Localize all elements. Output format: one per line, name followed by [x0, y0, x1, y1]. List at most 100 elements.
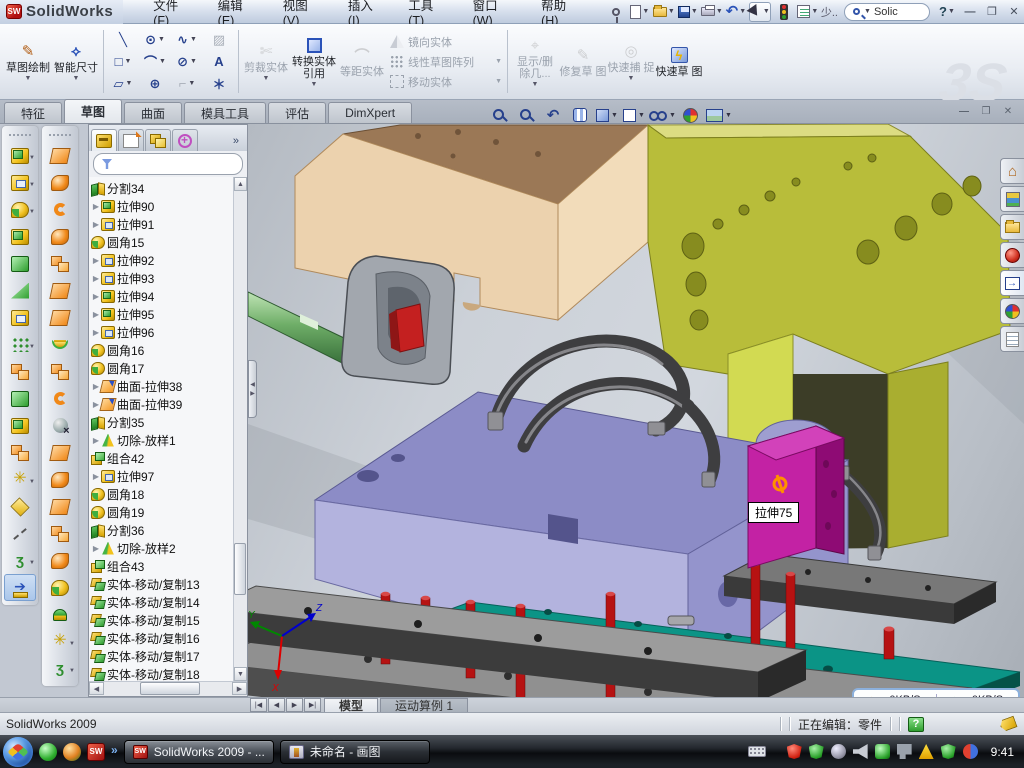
file-explorer-tab[interactable]: [1000, 214, 1024, 240]
circle-tool[interactable]: ⊙ ▼: [139, 29, 171, 51]
quick-snaps-button[interactable]: ◎ 快速捕 捉 ▼: [607, 24, 655, 99]
freeform-icon[interactable]: [44, 331, 76, 358]
tray-warning-icon[interactable]: [919, 744, 934, 759]
scroll-left-arrow[interactable]: ◀: [89, 682, 104, 695]
zoom-fit-button[interactable]: [487, 104, 511, 126]
hole-wizard-icon[interactable]: [4, 304, 36, 331]
document-tab[interactable]: 模型: [324, 698, 378, 712]
tray-sync-icon[interactable]: [963, 744, 978, 759]
reference-geometry-2-icon[interactable]: ✳ ▼: [44, 628, 76, 655]
rebuild-button[interactable]: [773, 2, 795, 22]
feature-tree-item[interactable]: ▶ 拉伸94: [91, 287, 233, 305]
reference-geometry-icon[interactable]: ✳ ▼: [4, 466, 36, 493]
feature-tree-item[interactable]: 实体-移动/复制17: [91, 647, 233, 665]
feature-tree-item[interactable]: ▶ 拉伸95: [91, 305, 233, 323]
scroll-down-arrow[interactable]: ▼: [234, 667, 247, 681]
print-button[interactable]: ▼: [701, 2, 723, 22]
appearances-scenes-tab[interactable]: [1000, 298, 1024, 324]
fillet-icon[interactable]: ▼: [4, 196, 36, 223]
zoom-to-area-button[interactable]: [514, 104, 538, 126]
previous-view-button[interactable]: ↶: [541, 104, 565, 126]
expand-arrow-icon[interactable]: ▶: [91, 256, 101, 265]
pin-toolbar-button[interactable]: [605, 2, 627, 22]
trim-entities-button[interactable]: ✄ 剪裁实体 ▼: [242, 24, 290, 99]
scroll-up-arrow[interactable]: ▲: [234, 177, 247, 191]
search-dropdown-icon[interactable]: ▼: [864, 8, 871, 15]
delete-face-icon[interactable]: [44, 412, 76, 439]
doc-restore-button[interactable]: ❐: [978, 104, 994, 118]
flex-icon[interactable]: [44, 385, 76, 412]
tray-network-icon[interactable]: [897, 744, 912, 759]
taskbar-window-button[interactable]: SW SolidWorks 2009 - ...: [124, 740, 274, 764]
expand-arrow-icon[interactable]: ▶: [91, 274, 101, 283]
boundary-surface-icon[interactable]: [44, 250, 76, 277]
featuremanager-tab[interactable]: [91, 129, 117, 151]
solidworks-search-tab[interactable]: [1000, 242, 1024, 268]
undo-button[interactable]: ↶▼: [725, 2, 747, 22]
tray-antivirus-icon[interactable]: [787, 744, 802, 759]
feature-tree-item[interactable]: ▶ 拉伸92: [91, 251, 233, 269]
scroll-right-arrow[interactable]: ▶: [232, 682, 247, 695]
shell-icon[interactable]: [4, 250, 36, 277]
lofted-surface-icon[interactable]: [44, 223, 76, 250]
tree-vertical-scrollbar[interactable]: ▲ ▼: [233, 177, 247, 681]
extruded-boss-icon[interactable]: ▼: [4, 142, 36, 169]
sketch-button[interactable]: ✎ 草图绘制 ▼: [4, 24, 52, 99]
feature-tree-item[interactable]: 实体-移动/复制13: [91, 575, 233, 593]
extruded-cut-icon[interactable]: ▼: [4, 169, 36, 196]
feature-tree-item[interactable]: ▶ 曲面-拉伸38: [91, 377, 233, 395]
quicklaunch-overflow-chevron[interactable]: »: [111, 743, 118, 761]
ribbon-tab[interactable]: DimXpert: [328, 102, 412, 123]
combine-icon[interactable]: [4, 358, 36, 385]
feature-tree-item[interactable]: ▶ 拉伸93: [91, 269, 233, 287]
tray-messenger-icon[interactable]: [875, 744, 890, 759]
linear-pattern-icon[interactable]: ▼: [4, 331, 36, 358]
ribbon-tab[interactable]: 评估: [268, 102, 326, 123]
offset-entities-button[interactable]: ⌒ 等距实体: [338, 24, 386, 99]
planar-surface-icon[interactable]: [44, 304, 76, 331]
feature-tree-item[interactable]: 实体-移动/复制14: [91, 593, 233, 611]
feature-tree-item[interactable]: 圆角16: [91, 341, 233, 359]
line-tool[interactable]: ╲: [107, 29, 139, 51]
knit-surface-icon[interactable]: [44, 547, 76, 574]
options-button[interactable]: ▼: [797, 2, 819, 22]
graphics-viewport[interactable]: X Y Z ◀▶ 拉伸75 ⌂ ↓ 0KB/S ↑ 0KB/S: [248, 124, 1024, 697]
intersect-icon[interactable]: [4, 412, 36, 439]
expand-arrow-icon[interactable]: ▶: [91, 220, 101, 229]
feature-tree-item[interactable]: ▶ 拉伸96: [91, 323, 233, 341]
display-style-button[interactable]: ▼: [622, 104, 646, 126]
text-tool[interactable]: A: [203, 51, 235, 73]
feature-tree-item[interactable]: 圆角17: [91, 359, 233, 377]
point-tool[interactable]: ＊: [203, 73, 235, 95]
arc-tool[interactable]: ⌒ ▼: [139, 51, 171, 73]
feature-tree-item[interactable]: ▶ 曲面-拉伸39: [91, 395, 233, 413]
untrim-surface-icon[interactable]: [44, 466, 76, 493]
selection-tool[interactable]: ▨: [203, 29, 235, 51]
display-delete-relations-button[interactable]: ⌖ 显示/删 除几... ▼: [511, 24, 559, 99]
propertymanager-tab[interactable]: [118, 129, 144, 151]
expand-arrow-icon[interactable]: ▶: [91, 310, 101, 319]
rectangle-tool[interactable]: □ ▼: [107, 51, 139, 73]
last-tab-button[interactable]: ▶|: [304, 698, 321, 712]
smart-dimension-button[interactable]: ⟡ 智能尺寸 ▼: [52, 24, 100, 99]
custom-properties-tab[interactable]: [1000, 326, 1024, 352]
feature-tree-item[interactable]: 分割34: [91, 179, 233, 197]
tree-filter-input[interactable]: [93, 153, 243, 175]
doc-close-button[interactable]: ✕: [1000, 104, 1016, 118]
split-icon[interactable]: [4, 385, 36, 412]
open-document-button[interactable]: ▼: [653, 2, 675, 22]
linear-sketch-pattern-button[interactable]: 线性草图阵列 ▼: [386, 53, 504, 71]
revolved-surface-icon[interactable]: [44, 169, 76, 196]
tab-overflow-chevron[interactable]: »: [233, 135, 245, 151]
polygon-tool[interactable]: ⊕: [139, 73, 171, 95]
convert-entities-button[interactable]: 转换实体引用 ▼: [290, 24, 338, 99]
part-sprue-assembly[interactable]: [248, 256, 454, 384]
close-button[interactable]: ✕: [1004, 4, 1024, 20]
new-document-button[interactable]: ▼: [629, 2, 651, 22]
axis-icon[interactable]: [4, 520, 36, 547]
document-tab[interactable]: 运动算例 1: [380, 698, 468, 712]
feature-tree-item[interactable]: 圆角18: [91, 485, 233, 503]
feature-tree-item[interactable]: ▶ 拉伸91: [91, 215, 233, 233]
extend-surface-icon[interactable]: [44, 493, 76, 520]
slot-tool[interactable]: ▱ ▼: [107, 73, 139, 95]
